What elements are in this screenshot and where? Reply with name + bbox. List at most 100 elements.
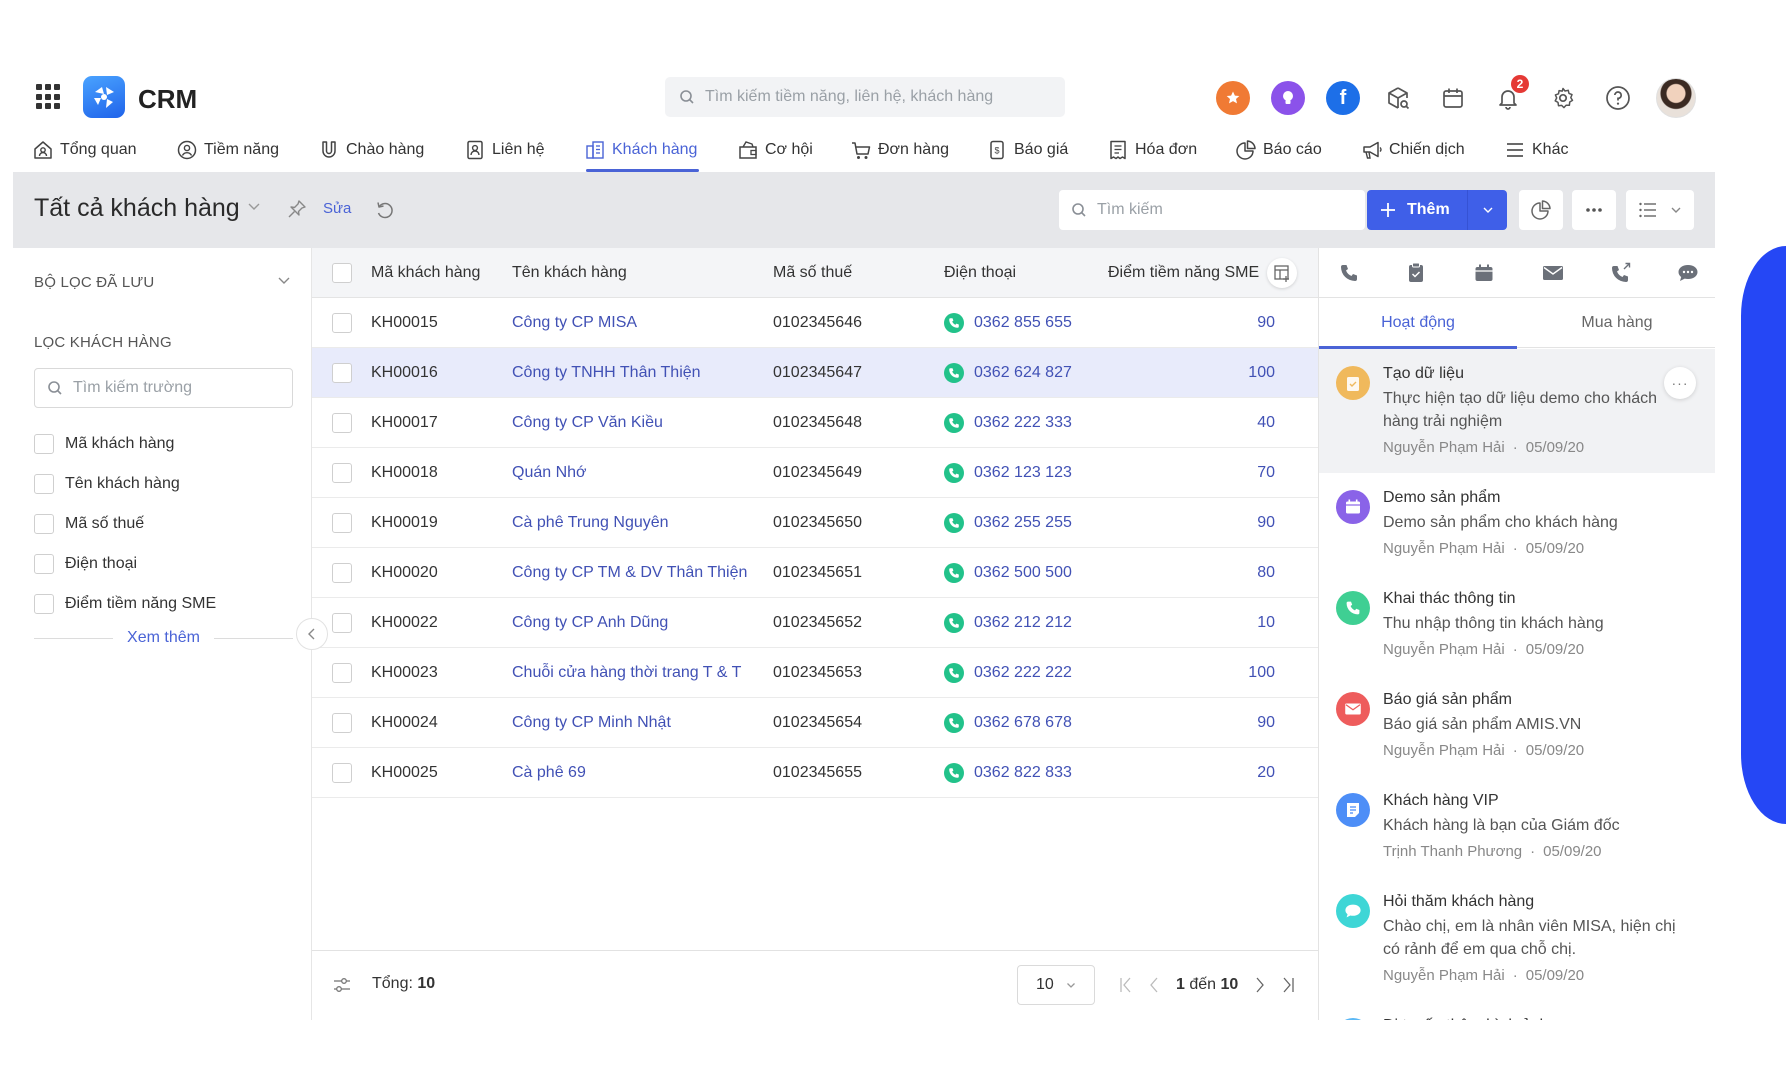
row-checkbox[interactable]: [332, 463, 352, 483]
phone-cell[interactable]: 0362 222 222: [944, 648, 1072, 698]
filter-field[interactable]: Điểm tiềm năng SME: [34, 584, 216, 624]
row-checkbox[interactable]: [332, 563, 352, 583]
call-icon[interactable]: [944, 713, 964, 733]
add-dropdown-button[interactable]: [1467, 190, 1507, 230]
nav-item-campaigns[interactable]: Chiến dịch: [1361, 130, 1465, 170]
row-checkbox[interactable]: [332, 713, 352, 733]
nav-item-offers[interactable]: Chào hàng: [318, 130, 424, 170]
call-icon[interactable]: [944, 763, 964, 783]
filter-field[interactable]: Tên khách hàng: [34, 464, 216, 504]
nav-item-quotes[interactable]: $ Báo giá: [986, 130, 1068, 170]
row-checkbox[interactable]: [332, 313, 352, 333]
checkbox[interactable]: [34, 434, 54, 454]
column-header[interactable]: Điểm tiềm năng SME: [1108, 248, 1259, 298]
activity-item[interactable]: Khai thác thông tin Thu nhập thông tin kh…: [1319, 574, 1715, 675]
collapse-sidebar-button[interactable]: [296, 618, 328, 650]
lightbulb-icon[interactable]: [1271, 81, 1305, 115]
nav-item-leads[interactable]: Tiềm năng: [176, 130, 279, 170]
saved-filters-heading[interactable]: BỘ LỌC ĐÃ LƯU: [34, 274, 154, 291]
phone-cell[interactable]: 0362 500 500: [944, 548, 1072, 598]
checkbox[interactable]: [34, 514, 54, 534]
call-icon[interactable]: [944, 413, 964, 433]
see-more-link[interactable]: Xem thêm: [113, 629, 214, 647]
nav-item-opportunities[interactable]: Cơ hội: [737, 130, 813, 170]
nav-item-orders[interactable]: Đơn hàng: [850, 130, 949, 170]
app-launcher-icon[interactable]: [36, 84, 62, 110]
call-icon[interactable]: [944, 563, 964, 583]
chart-view-button[interactable]: [1519, 190, 1563, 230]
last-page-button[interactable]: [1274, 971, 1302, 999]
table-row[interactable]: KH00018 Quán Nhớ 0102345649 0362 123 123 70: [312, 448, 1318, 498]
customer-name-link[interactable]: Cà phê Trung Nguyên: [512, 498, 669, 548]
next-page-button[interactable]: [1246, 971, 1274, 999]
table-row[interactable]: KH00020 Công ty CP TM & DV Thân Thiện 0102…: [312, 548, 1318, 598]
bell-icon[interactable]: 2: [1491, 75, 1529, 115]
nav-item-overview[interactable]: Tổng quan: [32, 130, 137, 170]
phone-cell[interactable]: 0362 855 655: [944, 298, 1072, 348]
outgoing-call-icon[interactable]: [1609, 261, 1633, 285]
row-checkbox[interactable]: [332, 363, 352, 383]
list-view-toggle[interactable]: [1626, 190, 1694, 230]
customer-name-link[interactable]: Cà phê 69: [512, 748, 586, 798]
phone-cell[interactable]: 0362 678 678: [944, 698, 1072, 748]
user-avatar[interactable]: [1656, 78, 1696, 118]
mail-icon[interactable]: [1541, 261, 1565, 285]
chat-icon[interactable]: [1676, 261, 1700, 285]
call-icon[interactable]: [944, 313, 964, 333]
activity-item[interactable]: Báo giá sản phẩm Báo giá sản phẩm AMIS.VN…: [1319, 675, 1715, 776]
phone-cell[interactable]: 0362 222 333: [944, 398, 1072, 448]
table-row[interactable]: KH00015 Công ty CP MISA 0102345646 0362 855…: [312, 298, 1318, 348]
table-row[interactable]: KH00022 Công ty CP Anh Dũng 0102345652 0362…: [312, 598, 1318, 648]
row-checkbox[interactable]: [332, 613, 352, 633]
phone-icon[interactable]: [1337, 261, 1361, 285]
refresh-icon[interactable]: [374, 199, 396, 221]
phone-cell[interactable]: 0362 212 212: [944, 598, 1072, 648]
more-options-button[interactable]: [1572, 190, 1616, 230]
call-icon[interactable]: [944, 363, 964, 383]
call-icon[interactable]: [944, 663, 964, 683]
gear-icon[interactable]: [1546, 81, 1580, 115]
field-search-input[interactable]: Tìm kiếm trường: [34, 368, 293, 408]
call-icon[interactable]: [944, 613, 964, 633]
table-row[interactable]: KH00016 Công ty TNHH Thân Thiện 0102345647…: [312, 348, 1318, 398]
activity-item[interactable]: Khách hàng VIP Khách hàng là bạn của Giám…: [1319, 776, 1715, 877]
chevron-down-icon[interactable]: [247, 202, 261, 212]
column-header[interactable]: Mã khách hàng: [371, 248, 480, 298]
global-search-input[interactable]: Tìm kiếm tiềm năng, liên hệ, khách hàng: [665, 77, 1065, 117]
checkbox[interactable]: [34, 594, 54, 614]
page-title[interactable]: Tất cả khách hàng: [34, 194, 240, 223]
customer-name-link[interactable]: Công ty TNHH Thân Thiện: [512, 348, 701, 398]
activity-item[interactable]: Demo sản phẩm Demo sản phẩm cho khách hàn…: [1319, 473, 1715, 574]
checkbox[interactable]: [34, 554, 54, 574]
nav-item-invoices[interactable]: Hóa đơn: [1107, 130, 1197, 170]
customer-name-link[interactable]: Chuỗi cửa hàng thời trang T & T: [512, 648, 741, 698]
calendar-icon[interactable]: [1472, 261, 1496, 285]
star-icon[interactable]: [1216, 81, 1250, 115]
edit-view-link[interactable]: Sửa: [323, 200, 351, 217]
column-header[interactable]: Mã số thuế: [773, 248, 852, 298]
call-icon[interactable]: [944, 513, 964, 533]
filter-field[interactable]: Điện thoại: [34, 544, 216, 584]
row-checkbox[interactable]: [332, 513, 352, 533]
table-row[interactable]: KH00024 Công ty CP Minh Nhật 0102345654 036…: [312, 698, 1318, 748]
table-row[interactable]: KH00023 Chuỗi cửa hàng thời trang T & T 01…: [312, 648, 1318, 698]
row-checkbox[interactable]: [332, 763, 352, 783]
nav-item-contacts[interactable]: Liên hệ: [464, 130, 545, 170]
select-all-checkbox[interactable]: [332, 263, 352, 283]
filter-field[interactable]: Mã số thuế: [34, 504, 216, 544]
table-row[interactable]: KH00025 Cà phê 69 0102345655 0362 822 833 20: [312, 748, 1318, 798]
nav-item-more[interactable]: Khác: [1504, 130, 1568, 170]
table-row[interactable]: KH00019 Cà phê Trung Nguyên 0102345650 0362…: [312, 498, 1318, 548]
activity-item[interactable]: Hỏi thăm khách hàng Chào chị, em là nhân …: [1319, 877, 1715, 1001]
tab-activities[interactable]: Hoạt động: [1319, 298, 1517, 349]
pin-icon[interactable]: [286, 198, 308, 220]
filter-field[interactable]: Mã khách hàng: [34, 424, 216, 464]
list-search-input[interactable]: Tìm kiếm: [1059, 190, 1365, 230]
phone-cell[interactable]: 0362 255 255: [944, 498, 1072, 548]
sliders-icon[interactable]: [332, 975, 352, 995]
checkbox[interactable]: [34, 474, 54, 494]
phone-cell[interactable]: 0362 822 833: [944, 748, 1072, 798]
column-settings-button[interactable]: [1267, 258, 1297, 288]
customer-name-link[interactable]: Công ty CP Anh Dũng: [512, 598, 668, 648]
column-header[interactable]: Tên khách hàng: [512, 248, 627, 298]
